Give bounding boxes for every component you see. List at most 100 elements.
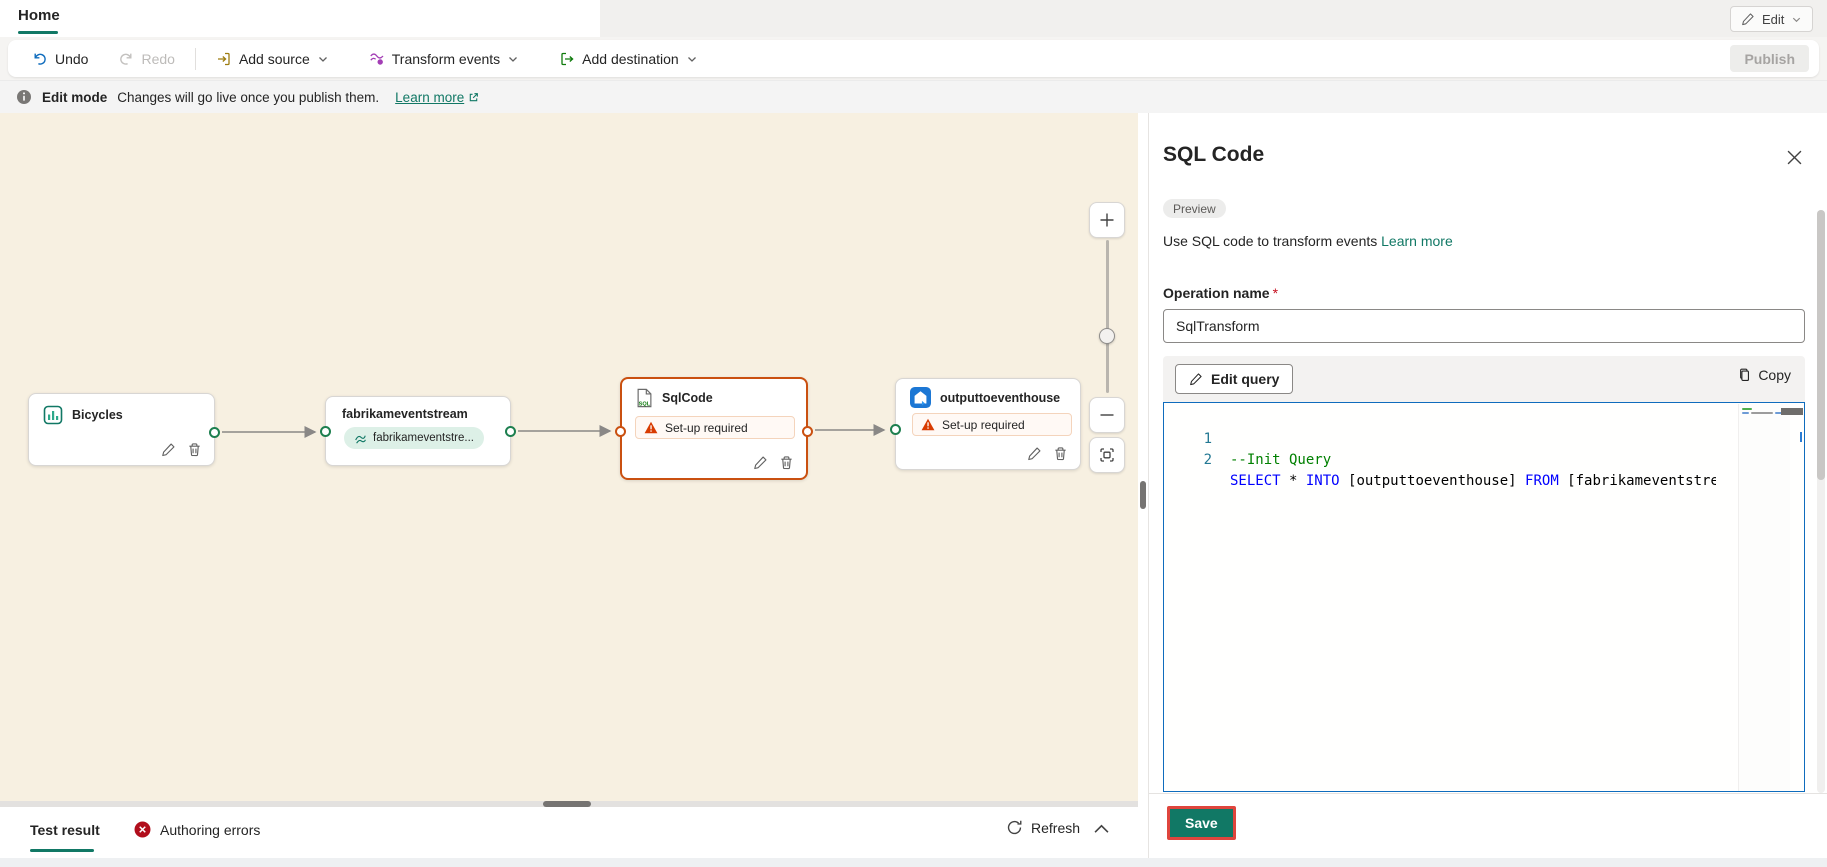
edit-node-icon[interactable]	[1027, 446, 1042, 461]
delete-node-icon[interactable]	[187, 442, 202, 457]
banner-title: Edit mode	[42, 90, 107, 105]
code-line: 1 --Init Query	[1164, 408, 1804, 429]
undo-button[interactable]: Undo	[24, 46, 96, 72]
edit-mode-button[interactable]: Edit	[1730, 6, 1813, 32]
tab-home[interactable]: Home	[18, 7, 60, 24]
scrollbar-thumb[interactable]	[1140, 481, 1146, 509]
delete-node-icon[interactable]	[779, 455, 794, 470]
toolbar-divider	[195, 48, 196, 70]
zoom-in-button[interactable]	[1089, 202, 1125, 238]
sql-text: *	[1281, 473, 1306, 489]
output-port[interactable]	[505, 426, 516, 437]
warning-icon	[644, 421, 658, 434]
node-title: Bicycles	[72, 408, 123, 422]
eventstream-canvas[interactable]: Bicycles fabrikameventstream fabrikameve…	[0, 113, 1138, 807]
transform-events-icon	[369, 51, 385, 67]
editor-toolbar: Edit query Copy	[1163, 356, 1805, 402]
sql-comment: --Init Query	[1230, 452, 1331, 468]
editor-scrollbar-thumb[interactable]	[1781, 408, 1803, 415]
edit-query-label: Edit query	[1211, 371, 1279, 387]
minus-icon	[1099, 407, 1115, 423]
input-port[interactable]	[890, 424, 901, 435]
operation-name-input[interactable]	[1163, 309, 1805, 343]
refresh-button[interactable]: Refresh	[1006, 819, 1080, 836]
operation-name-label: Operation name*	[1163, 285, 1278, 301]
chevron-up-icon[interactable]	[1094, 824, 1109, 834]
transform-events-label: Transform events	[392, 51, 500, 67]
add-source-icon	[216, 51, 232, 67]
edit-query-button[interactable]: Edit query	[1175, 364, 1293, 394]
node-fabrikameventstream[interactable]: fabrikameventstream fabrikameventstre...	[325, 396, 511, 466]
copy-button[interactable]: Copy	[1737, 367, 1791, 383]
operation-label-text: Operation name	[1163, 285, 1270, 301]
panel-scrollbar[interactable]	[1817, 210, 1825, 793]
add-source-label: Add source	[239, 51, 310, 67]
sql-text: [fabrikameventstream]	[1559, 473, 1716, 489]
setup-required-badge: Set-up required	[635, 416, 795, 439]
output-port[interactable]	[209, 427, 220, 438]
sql-text: [outputtoeventhouse]	[1340, 473, 1525, 489]
active-tab-underline	[30, 849, 94, 852]
node-sqlcode[interactable]: SQL SqlCode Set-up required	[620, 377, 808, 480]
authoring-errors-label: Authoring errors	[160, 822, 260, 838]
bottom-panel-bar: Test result Authoring errors Refresh	[0, 807, 1148, 858]
close-icon[interactable]	[1787, 150, 1802, 165]
fit-to-screen-button[interactable]	[1089, 437, 1125, 473]
eventstream-pill[interactable]: fabrikameventstre...	[344, 427, 484, 449]
window-bottom-strip	[0, 858, 1827, 867]
plus-icon	[1099, 212, 1115, 228]
publish-button[interactable]: Publish	[1730, 45, 1809, 72]
info-icon	[16, 89, 32, 105]
input-port[interactable]	[320, 426, 331, 437]
panel-description: Use SQL code to transform events Learn m…	[1163, 233, 1453, 249]
error-icon	[134, 821, 151, 838]
setup-required-badge: Set-up required	[912, 413, 1072, 436]
tab-strip: Home Edit	[0, 0, 1827, 37]
copy-label: Copy	[1758, 367, 1791, 383]
canvas-vertical-scrollbar[interactable]	[1138, 113, 1148, 807]
tab-test-result[interactable]: Test result	[30, 822, 100, 838]
minimap-mark	[1742, 408, 1752, 410]
node-title: SqlCode	[662, 391, 713, 405]
output-port[interactable]	[802, 426, 813, 437]
chevron-down-icon	[507, 53, 519, 65]
delete-node-icon[interactable]	[1053, 446, 1068, 461]
code-line: 2 SELECT * INTO [outputtoeventhouse] FRO…	[1164, 429, 1804, 450]
edit-node-icon[interactable]	[161, 442, 176, 457]
node-outputtoeventhouse[interactable]: outputtoeventhouse Set-up required	[895, 378, 1081, 470]
banner-message: Changes will go live once you publish th…	[117, 90, 379, 105]
chevron-down-icon	[686, 53, 698, 65]
active-tab-underline	[18, 31, 58, 34]
refresh-label: Refresh	[1031, 820, 1080, 836]
node-bicycles[interactable]: Bicycles	[28, 393, 215, 466]
redo-button[interactable]: Redo	[110, 46, 182, 72]
transform-events-button[interactable]: Transform events	[361, 46, 527, 72]
eventhouse-icon	[910, 387, 931, 408]
learn-more-link[interactable]: Learn more	[1381, 233, 1453, 249]
zoom-slider-track[interactable]	[1106, 240, 1109, 393]
sql-code-panel: SQL Code Preview Use SQL code to transfo…	[1148, 113, 1827, 858]
sql-keyword: INTO	[1306, 473, 1340, 489]
sql-document-icon: SQL	[636, 388, 653, 408]
add-destination-button[interactable]: Add destination	[551, 46, 706, 72]
redo-icon	[118, 51, 134, 67]
fit-to-screen-icon	[1099, 447, 1115, 463]
edit-node-icon[interactable]	[753, 455, 768, 470]
stream-icon	[354, 432, 367, 445]
scrollbar-thumb[interactable]	[1817, 210, 1825, 480]
save-button[interactable]: Save	[1167, 806, 1236, 840]
zoom-slider-handle[interactable]	[1099, 328, 1115, 344]
banner-learn-more-link[interactable]: Learn more	[395, 90, 479, 105]
tab-authoring-errors[interactable]: Authoring errors	[134, 821, 260, 838]
zoom-out-button[interactable]	[1089, 397, 1125, 433]
add-source-button[interactable]: Add source	[208, 46, 337, 72]
minimap-mark	[1742, 412, 1749, 414]
footer-divider	[1149, 793, 1827, 794]
refresh-icon	[1006, 819, 1023, 836]
sql-code-editor[interactable]: 1 --Init Query 2 SELECT * INTO [outputto…	[1163, 402, 1805, 792]
pill-label: fabrikameventstre...	[373, 432, 474, 444]
redo-label: Redo	[141, 51, 174, 67]
input-port[interactable]	[615, 426, 626, 437]
add-destination-label: Add destination	[582, 51, 679, 67]
pencil-icon	[1189, 372, 1203, 386]
